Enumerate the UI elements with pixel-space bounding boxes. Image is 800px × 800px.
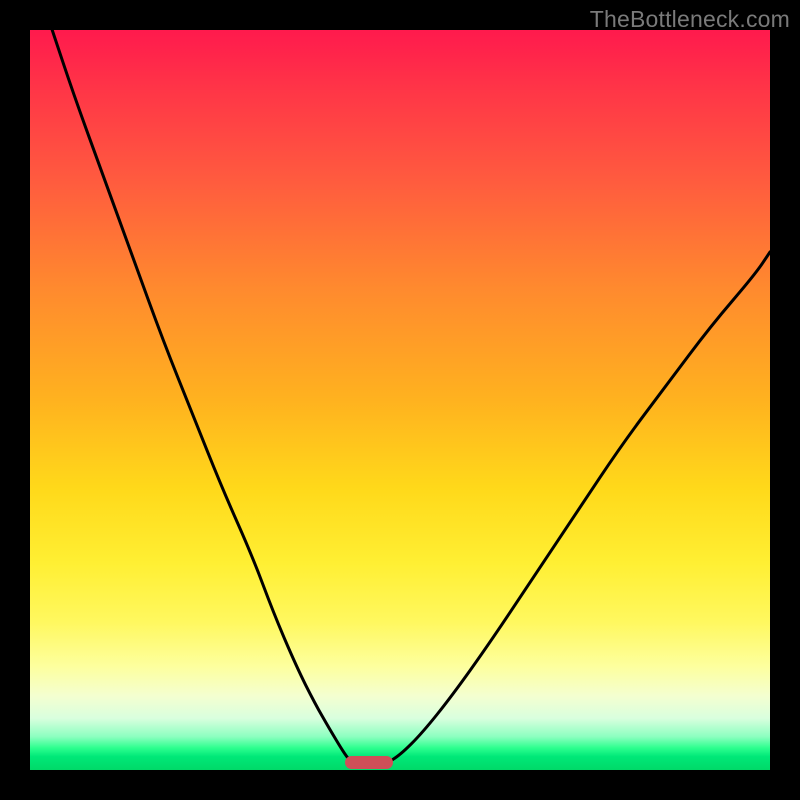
curve-right-branch <box>385 252 770 764</box>
bottleneck-marker <box>345 756 393 769</box>
chart-frame: TheBottleneck.com <box>0 0 800 800</box>
watermark-text: TheBottleneck.com <box>590 6 790 33</box>
curve-layer <box>30 30 770 770</box>
plot-area <box>30 30 770 770</box>
curve-left-branch <box>52 30 354 764</box>
